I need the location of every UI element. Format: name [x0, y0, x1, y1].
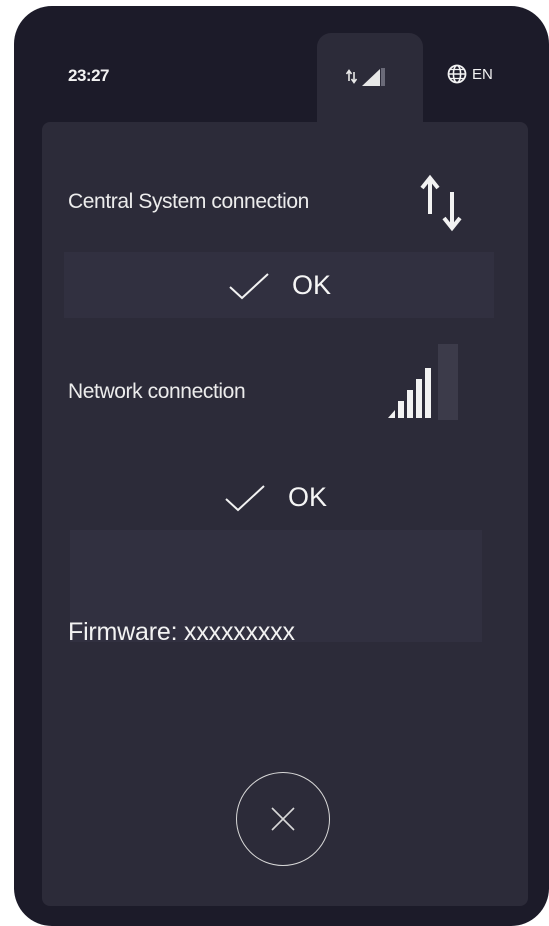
network-status-text: OK [288, 482, 328, 512]
network-status: OK [224, 482, 327, 513]
central-system-status-text: OK [292, 270, 332, 300]
language-code: EN [472, 65, 493, 83]
connection-panel: Central System connection OK Network con… [42, 122, 528, 906]
signal-bars-icon [388, 344, 458, 420]
checkmark-icon [225, 484, 265, 511]
close-icon [271, 807, 295, 831]
data-transfer-signal-icon [345, 68, 385, 86]
firmware-version: Firmware: xxxxxxxxx [68, 618, 295, 646]
close-button[interactable] [236, 772, 330, 866]
device-screen: 23:27 EN Central System connection OK Ne… [14, 6, 549, 926]
central-system-status: OK [228, 270, 331, 301]
central-system-label: Central System connection [68, 190, 309, 213]
status-bar: 23:27 EN [14, 6, 549, 153]
language-selector[interactable]: EN [447, 64, 493, 84]
clock: 23:27 [68, 66, 109, 85]
up-down-arrows-icon [420, 174, 462, 232]
network-label: Network connection [68, 380, 246, 403]
checkmark-icon [229, 272, 269, 299]
globe-icon [447, 64, 467, 84]
